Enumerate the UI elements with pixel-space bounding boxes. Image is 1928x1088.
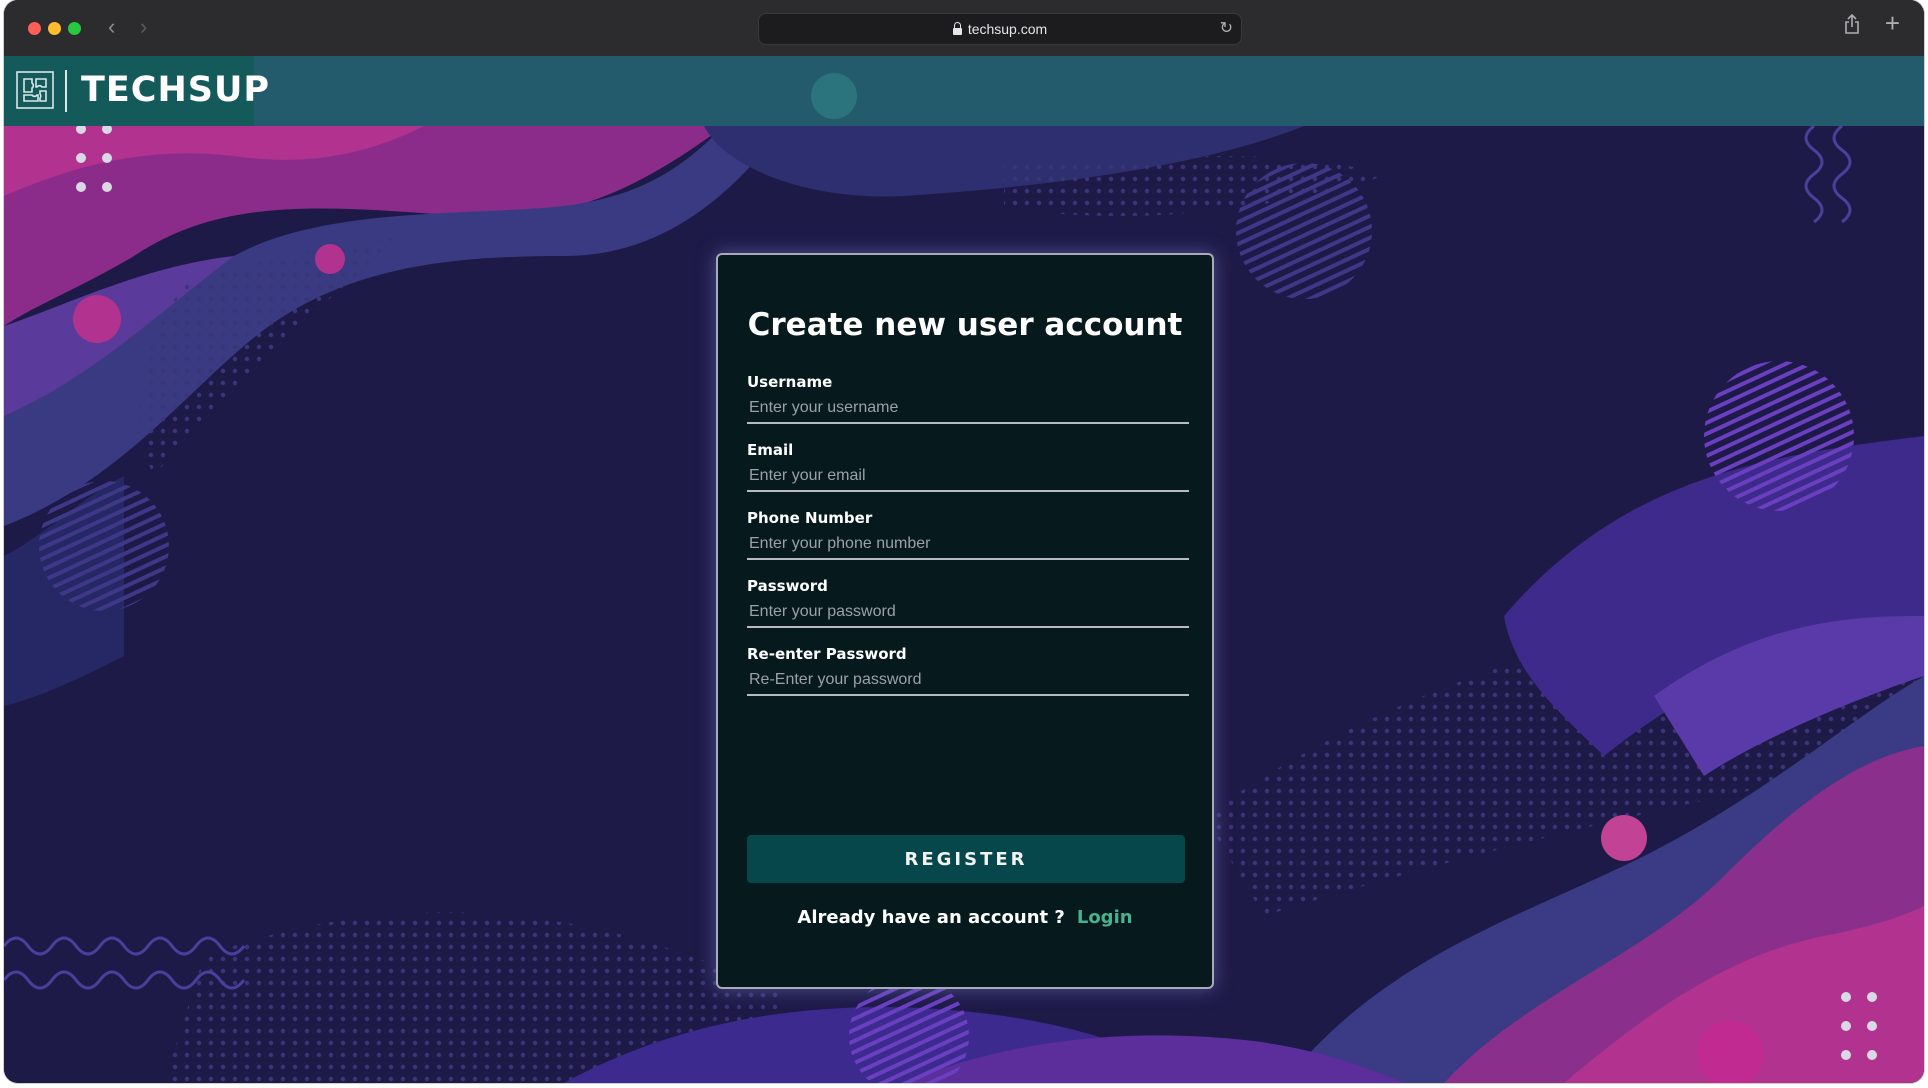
address-bar[interactable]: techsup.com ↻: [758, 13, 1242, 45]
site-header: TECHSUP: [4, 56, 1924, 126]
new-tab-icon[interactable]: +: [1885, 10, 1900, 36]
puzzle-icon: [16, 71, 54, 109]
lock-icon: [952, 21, 962, 35]
browser-toolbar: ‹ › techsup.com ↻ +: [4, 0, 1924, 57]
username-input[interactable]: [747, 394, 1189, 424]
email-field: Email: [747, 440, 1189, 492]
page-title: Create new user account: [747, 307, 1183, 343]
password-label: Password: [747, 577, 828, 595]
brand-name: TECHSUP: [81, 70, 271, 110]
share-icon[interactable]: [1844, 14, 1860, 34]
login-link[interactable]: Login: [1077, 907, 1133, 928]
email-input[interactable]: [747, 462, 1189, 492]
close-window-button[interactable]: [28, 22, 41, 35]
minimize-window-button[interactable]: [48, 22, 61, 35]
back-icon[interactable]: ‹: [108, 14, 115, 40]
password-field: Password: [747, 576, 1189, 628]
phone-input[interactable]: [747, 530, 1189, 560]
register-card: Create new user account Username Email P…: [716, 253, 1214, 989]
login-prompt-row: Already have an account ? Login: [718, 907, 1212, 928]
username-label: Username: [747, 373, 833, 391]
confirm-password-label: Re-enter Password: [747, 645, 907, 663]
phone-field: Phone Number: [747, 508, 1189, 560]
zoom-window-button[interactable]: [68, 22, 81, 35]
confirm-password-field: Re-enter Password: [747, 644, 1189, 696]
address-bar-url: techsup.com: [967, 21, 1048, 37]
password-input[interactable]: [747, 598, 1189, 628]
login-prompt-text: Already have an account ?: [797, 907, 1065, 928]
register-button[interactable]: REGISTER: [747, 835, 1185, 883]
page: TECHSUP Create new user account Username…: [4, 56, 1924, 1083]
email-label: Email: [747, 441, 794, 459]
browser-window: ‹ › techsup.com ↻ + TECHSUP Create new u…: [4, 0, 1924, 1083]
username-field: Username: [747, 372, 1189, 424]
phone-label: Phone Number: [747, 509, 873, 527]
forward-icon[interactable]: ›: [140, 14, 147, 40]
brand-block[interactable]: TECHSUP: [4, 56, 269, 126]
reload-icon[interactable]: ↻: [1220, 18, 1233, 38]
confirm-password-input[interactable]: [747, 666, 1189, 696]
brand-divider: [65, 70, 67, 112]
